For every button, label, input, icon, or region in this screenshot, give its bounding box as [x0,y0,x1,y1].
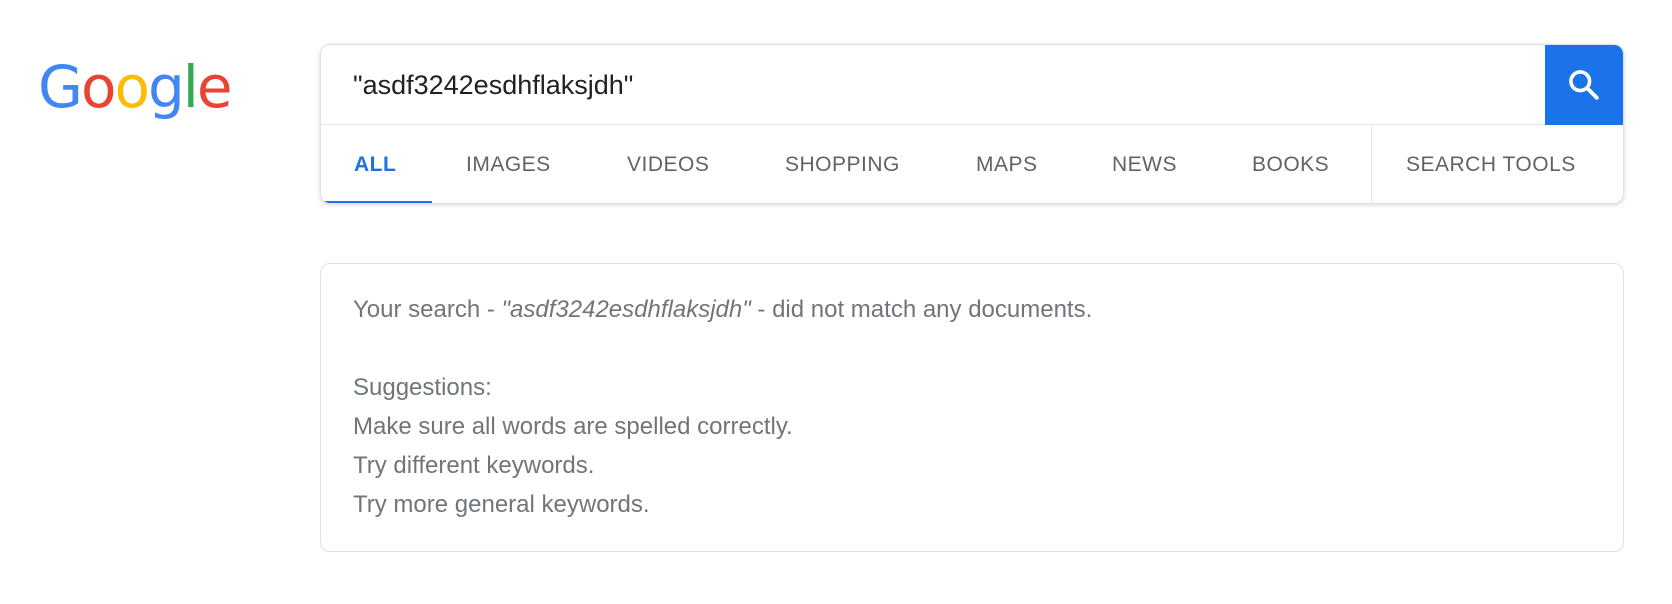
suggestions-title: Suggestions: [353,374,492,401]
tab-shopping[interactable]: SHOPPING [785,125,900,203]
logo-letter: o [114,53,149,121]
logo-letter: e [196,53,233,121]
tab-videos[interactable]: VIDEOS [627,125,709,203]
tab-maps[interactable]: MAPS [976,125,1038,203]
logo-letter: l [182,53,199,121]
google-logo[interactable]: Google [38,53,233,121]
logo-letter: g [147,53,185,121]
search-tabs: ALL IMAGES VIDEOS SHOPPING MAPS NEWS BOO… [321,125,1623,203]
search-input[interactable] [353,59,1553,111]
suggestion-item: Try different keywords. [353,452,595,479]
no-match-suffix: - did not match any documents. [750,296,1093,323]
search-row [321,45,1623,125]
search-box: ALL IMAGES VIDEOS SHOPPING MAPS NEWS BOO… [320,44,1624,204]
logo-letter: o [80,53,116,121]
tab-books[interactable]: BOOKS [1252,125,1329,203]
no-match-prefix: Your search - [353,296,502,323]
logo-letter: G [38,53,83,121]
no-match-message: Your search - "asdf3242esdhflaksjdh" - d… [353,290,1591,329]
search-icon [1569,70,1599,100]
suggestion-item: Try more general keywords. [353,491,650,518]
tab-news[interactable]: NEWS [1112,125,1177,203]
search-button[interactable] [1545,45,1623,125]
suggestion-item: Make sure all words are spelled correctl… [353,413,793,440]
active-tab-indicator [321,201,432,203]
tab-all[interactable]: ALL [354,125,396,203]
tab-images[interactable]: IMAGES [466,125,551,203]
tabs-divider [1371,125,1372,203]
tab-search-tools[interactable]: SEARCH TOOLS [1406,125,1576,203]
no-match-query: "asdf3242esdhflaksjdh" [501,296,751,323]
no-results-card: Your search - "asdf3242esdhflaksjdh" - d… [320,263,1624,552]
